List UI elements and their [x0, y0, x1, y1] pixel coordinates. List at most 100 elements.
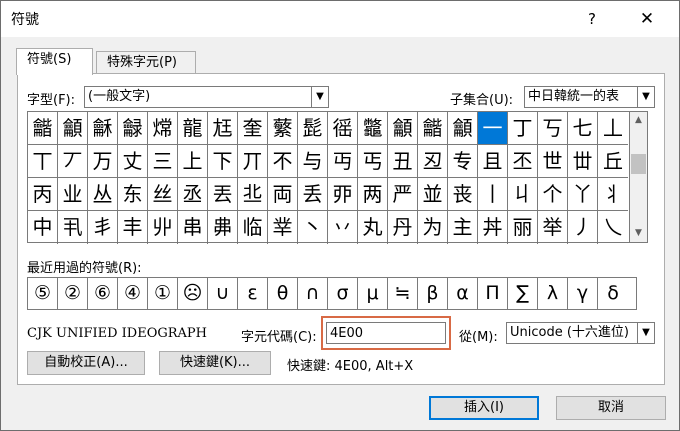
symbol-cell[interactable]: 丧	[448, 178, 478, 211]
recent-symbol-cell[interactable]: σ	[328, 278, 358, 309]
symbol-cell[interactable]: 中	[28, 211, 58, 244]
symbol-cell[interactable]: 奎	[238, 112, 268, 145]
recent-symbol-cell[interactable]: γ	[568, 278, 598, 309]
recent-symbol-cell[interactable]: θ	[268, 278, 298, 309]
symbol-cell[interactable]: 丿	[568, 211, 598, 244]
symbol-cell[interactable]: 丙	[28, 178, 58, 211]
symbol-cell[interactable]: 龥	[58, 112, 88, 145]
recent-symbol-cell[interactable]: α	[448, 278, 478, 309]
symbol-cell[interactable]: 龢	[88, 112, 118, 145]
subset-select[interactable]: 中日韓統一的表 ▼	[524, 86, 655, 108]
recent-symbol-cell[interactable]: ②	[58, 278, 88, 309]
symbol-cell[interactable]: 丘	[598, 145, 628, 178]
recent-symbol-cell[interactable]: ☹	[178, 278, 208, 309]
symbol-cell[interactable]: 丣	[328, 178, 358, 211]
shortcut-key-button[interactable]: 快速鍵(K)...	[159, 351, 271, 375]
symbol-cell[interactable]: 丞	[178, 178, 208, 211]
recent-symbol-cell[interactable]: ≒	[388, 278, 418, 309]
symbol-cell[interactable]: 龤	[418, 112, 448, 145]
recent-symbol-cell[interactable]: λ	[538, 278, 568, 309]
symbol-cell[interactable]: 龥	[388, 112, 418, 145]
symbol-cell[interactable]: 业	[58, 178, 88, 211]
symbol-cell[interactable]: 一	[478, 112, 508, 145]
symbol-cell[interactable]: 髭	[298, 112, 328, 145]
scroll-up-icon[interactable]: ▲	[630, 112, 647, 129]
symbol-cell[interactable]: 龥	[448, 112, 478, 145]
insert-button[interactable]: 插入(I)	[429, 396, 539, 420]
symbol-cell[interactable]: 丮	[58, 211, 88, 244]
symbol-cell[interactable]: 龞	[358, 112, 388, 145]
symbol-cell[interactable]: 丸	[358, 211, 388, 244]
symbol-cell[interactable]: 临	[238, 211, 268, 244]
symbol-cell[interactable]: 丼	[478, 211, 508, 244]
symbol-cell[interactable]: 丬	[598, 178, 628, 211]
recent-symbol-cell[interactable]: μ	[358, 278, 388, 309]
symbol-cell[interactable]: 不	[268, 145, 298, 178]
symbol-cell[interactable]: 尪	[208, 112, 238, 145]
symbol-cell[interactable]: 举	[538, 211, 568, 244]
recent-symbol-cell[interactable]: ①	[148, 278, 178, 309]
recent-symbol-cell[interactable]: ④	[118, 278, 148, 309]
autocorrect-button[interactable]: 自動校正(A)...	[27, 351, 145, 375]
symbol-cell[interactable]: 丂	[538, 112, 568, 145]
recent-symbol-cell[interactable]: Π	[478, 278, 508, 309]
symbol-cell[interactable]: 丰	[118, 211, 148, 244]
close-button[interactable]: ✕	[629, 4, 665, 34]
scrollbar-thumb[interactable]	[631, 154, 646, 174]
symbol-cell[interactable]: 丑	[388, 145, 418, 178]
symbol-cell[interactable]: 丈	[118, 145, 148, 178]
symbol-cell[interactable]: 丕	[508, 145, 538, 178]
symbol-cell[interactable]: 专	[448, 145, 478, 178]
symbol-cell[interactable]: 丝	[148, 178, 178, 211]
tab-symbols[interactable]: 符號(S)	[16, 48, 93, 75]
symbol-cell[interactable]: 主	[448, 211, 478, 244]
recent-symbol-cell[interactable]: ε	[238, 278, 268, 309]
symbol-cell[interactable]: 个	[538, 178, 568, 211]
symbol-cell[interactable]: 丵	[268, 211, 298, 244]
symbol-cell[interactable]: 龣	[118, 112, 148, 145]
recent-symbol-cell[interactable]: ∑	[508, 278, 538, 309]
symbol-cell[interactable]: 丷	[328, 211, 358, 244]
symbol-cell[interactable]: 严	[388, 178, 418, 211]
font-select[interactable]: (一般文字) ▼	[84, 86, 329, 108]
recent-symbol-cell[interactable]: ⑥	[88, 278, 118, 309]
symbol-cell[interactable]: 三	[148, 145, 178, 178]
symbol-cell[interactable]: 徭	[328, 112, 358, 145]
symbol-cell[interactable]: 丄	[598, 112, 628, 145]
symbol-cell[interactable]: 龤	[28, 112, 58, 145]
symbol-cell[interactable]: 东	[118, 178, 148, 211]
recent-symbol-cell[interactable]: δ	[598, 278, 628, 309]
symbol-cell[interactable]: 丒	[418, 145, 448, 178]
symbol-cell[interactable]: 丹	[388, 211, 418, 244]
symbol-cell[interactable]: 丩	[508, 178, 538, 211]
tab-special-characters[interactable]: 特殊字元(P)	[96, 51, 196, 75]
symbol-cell[interactable]: 丌	[238, 145, 268, 178]
symbol-cell[interactable]: 万	[88, 145, 118, 178]
symbol-cell[interactable]: 丏	[328, 145, 358, 178]
symbol-cell[interactable]: 丯	[88, 211, 118, 244]
cancel-button[interactable]: 取消	[556, 396, 666, 420]
symbol-cell[interactable]: 丐	[358, 145, 388, 178]
symbol-cell[interactable]: 与	[298, 145, 328, 178]
symbol-cell[interactable]: 龦	[148, 112, 178, 145]
symbol-cell[interactable]: 丟	[208, 178, 238, 211]
symbol-cell[interactable]: 丶	[298, 211, 328, 244]
symbol-grid-scrollbar[interactable]: ▲ ▼	[630, 111, 648, 243]
symbol-cell[interactable]: 龍	[178, 112, 208, 145]
symbol-cell[interactable]: 世	[538, 145, 568, 178]
recent-symbol-cell[interactable]: ⑤	[28, 278, 58, 309]
symbol-cell[interactable]: 丛	[88, 178, 118, 211]
symbol-cell[interactable]: 丳	[208, 211, 238, 244]
symbol-cell[interactable]: 上	[178, 145, 208, 178]
symbol-cell[interactable]: 丁	[508, 112, 538, 145]
symbol-cell[interactable]: 丅	[28, 145, 58, 178]
symbol-cell[interactable]: 两	[358, 178, 388, 211]
symbol-cell[interactable]: 乀	[598, 211, 628, 244]
symbol-cell[interactable]: 串	[178, 211, 208, 244]
symbol-cell[interactable]: 丠	[238, 178, 268, 211]
symbol-cell[interactable]: 両	[268, 178, 298, 211]
from-select[interactable]: Unicode (十六進位) ▼	[506, 322, 655, 344]
help-button[interactable]: ?	[577, 4, 607, 34]
scroll-down-icon[interactable]: ▼	[630, 225, 647, 242]
recent-symbol-cell[interactable]: ∩	[298, 278, 328, 309]
